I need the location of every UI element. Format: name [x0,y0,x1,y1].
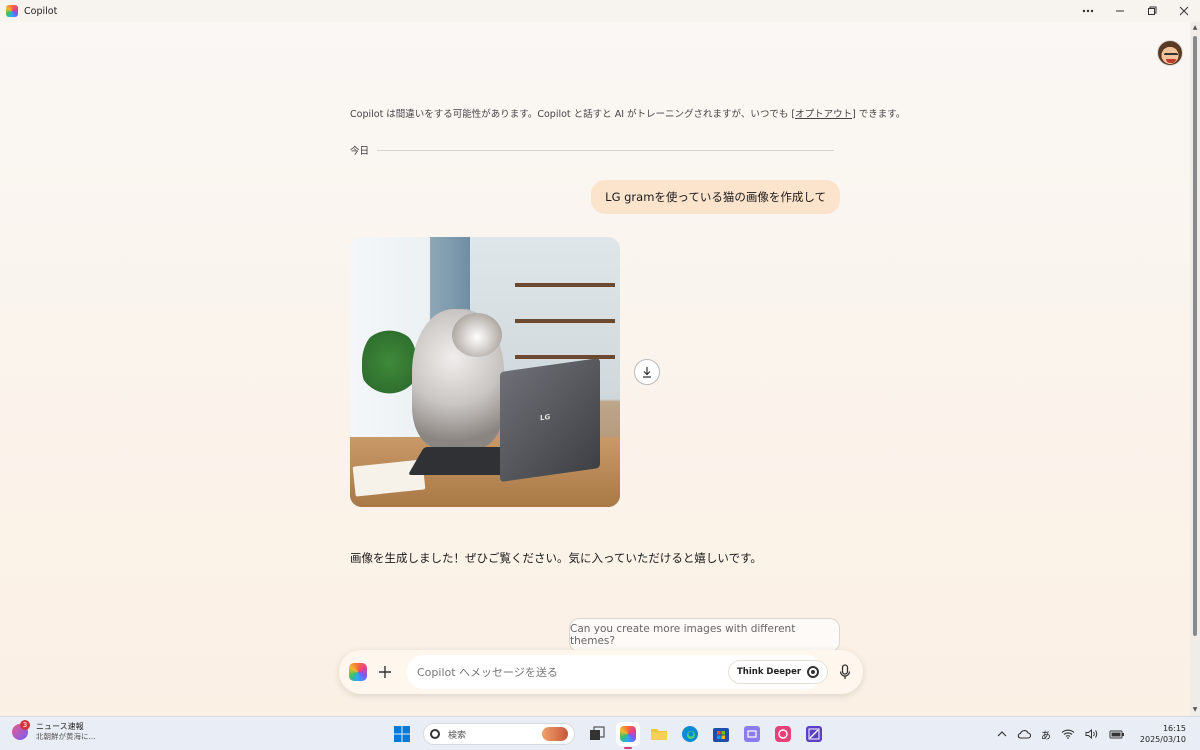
user-message-bubble: LG gramを使っている猫の画像を作成して [591,180,840,214]
ime-indicator[interactable]: あ [1041,727,1051,742]
assistant-reply: 画像を生成しました！ぜひご覧ください。気に入っていただけると嬉しいです。 [350,551,762,565]
suggestion-chip[interactable]: Can you create more images with differen… [569,618,840,652]
copilot-composer-icon[interactable] [349,663,367,681]
news-badge: 3 [20,720,30,730]
taskbar-app-editor[interactable] [802,722,826,746]
more-options-button[interactable] [1072,0,1104,22]
avatar-mouth [1166,59,1176,63]
scroll-down-icon[interactable]: ▼ [1191,706,1199,714]
close-button[interactable] [1168,0,1200,22]
search-highlight-icon [542,727,568,741]
image-laptop-logo: LG [540,412,551,423]
title-bar: Copilot [0,0,1200,22]
tray-overflow-button[interactable] [997,731,1007,737]
taskbar: 3 ニュース速報 北朝鮮が黄海に... 検索 あ 16:15 2025/03/1… [0,716,1200,750]
app-grid-icon [743,726,760,742]
search-label: 検索 [448,730,467,741]
plus-icon [379,666,391,678]
opt-out-link[interactable]: オプトアウト [795,109,852,120]
microphone-icon [839,664,851,679]
search-icon [430,729,440,739]
close-icon [1179,6,1189,16]
active-app-indicator [623,747,632,749]
scroll-thumb[interactable] [1193,36,1197,636]
chat-scrollbar[interactable]: ▲ ▼ [1190,22,1200,716]
task-view-button[interactable] [585,722,609,746]
image-shelf [515,319,615,323]
window-controls [1072,0,1200,22]
minimize-button[interactable] [1104,0,1136,22]
copilot-logo-icon [6,5,18,17]
battery-icon [1109,730,1124,739]
news-title: ニュース速報 [36,722,84,731]
think-deeper-button[interactable]: Think Deeper [728,660,829,684]
taskbar-file-explorer[interactable] [647,722,671,746]
more-icon [1082,9,1094,13]
cloud-icon [1017,730,1031,739]
news-widget[interactable]: 3 ニュース速報 北朝鮮が黄海に... [12,720,96,742]
taskbar-app-pink[interactable] [771,722,795,746]
add-attachment-button[interactable] [373,660,397,684]
image-shelf [515,283,615,287]
image-laptop: LG [500,357,600,483]
copilot-taskbar-icon [619,726,636,742]
think-deeper-icon [807,666,820,678]
restore-button[interactable] [1136,0,1168,22]
disclaimer-text: Copilot は間違いをする可能性があります。Copilot と話すと AI … [350,106,905,120]
image-plant [362,327,417,397]
avatar-eyes [1164,53,1178,57]
network-button[interactable] [1061,729,1075,739]
date-label: 今日 [350,146,370,157]
folder-icon [650,729,667,740]
battery-button[interactable] [1109,729,1125,739]
restore-icon [1148,6,1157,15]
news-subtitle: 北朝鮮が黄海に... [36,732,96,741]
image-shelf [515,355,615,359]
scroll-up-icon[interactable]: ▲ [1191,24,1199,32]
disclaimer-prefix: Copilot は間違いをする可能性があります。Copilot と話すと AI … [350,109,796,120]
volume-button[interactable] [1085,729,1099,739]
minimize-icon [1116,10,1124,12]
app-pink-icon [774,726,791,742]
edge-browser-icon [681,726,698,742]
start-button[interactable] [390,722,414,746]
window-title: Copilot [24,5,58,17]
taskbar-copilot-app[interactable] [615,722,640,749]
taskbar-store[interactable] [709,722,733,746]
onedrive-button[interactable] [1017,729,1031,739]
store-icon [712,728,729,742]
windows-start-icon [393,726,410,742]
image-cat-head [452,313,502,357]
think-deeper-label: Think Deeper [737,667,802,677]
taskbar-edge[interactable] [678,722,702,746]
clock-date: 2025/03/10 [1139,735,1186,744]
download-icon [643,367,651,378]
news-icon: 3 [12,720,30,740]
system-tray: あ 16:15 2025/03/10 [992,720,1186,748]
taskbar-apps: 検索 [386,720,829,749]
disclaimer-suffix: ] できます。 [852,109,906,120]
date-divider: 今日 [350,143,834,157]
divider-line [377,149,834,151]
news-text: ニュース速報 北朝鮮が黄海に... [36,722,96,742]
microphone-button[interactable] [833,660,857,684]
message-composer: Think Deeper [339,650,863,694]
taskbar-app-purple[interactable] [740,722,764,746]
clock-time: 16:15 [1162,724,1186,733]
wifi-icon [1061,729,1075,739]
clock[interactable]: 16:15 2025/03/10 [1140,723,1186,745]
speaker-icon [1085,729,1098,739]
generated-image[interactable]: LG [350,237,620,507]
taskbar-search[interactable]: 検索 [423,723,575,745]
user-avatar-icon[interactable] [1157,40,1183,66]
task-view-icon [589,726,604,740]
chevron-up-icon [997,731,1007,737]
download-image-button[interactable] [634,359,660,385]
app-editor-icon [805,726,822,742]
